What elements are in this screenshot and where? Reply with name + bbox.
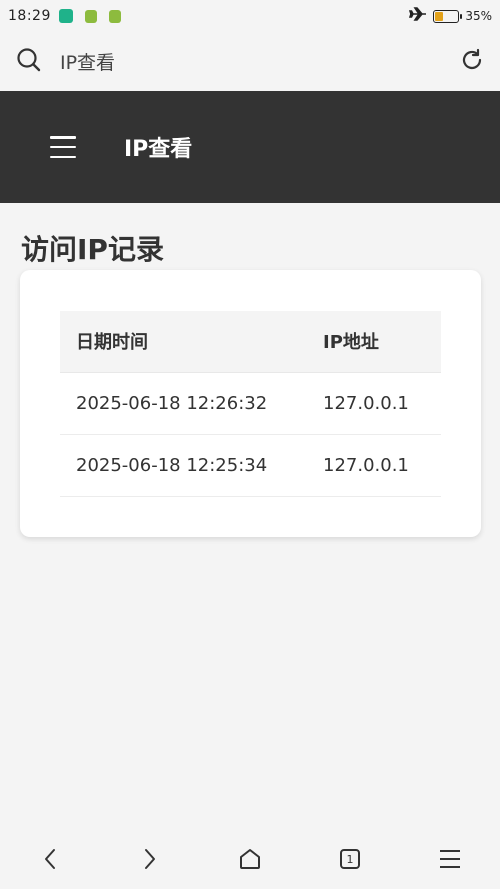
cell-ip: 127.0.0.1	[323, 372, 441, 435]
cell-datetime: 2025-06-18 12:25:34	[60, 434, 323, 497]
app-title: IP查看	[124, 137, 193, 162]
status-right: 35%	[409, 7, 492, 25]
app-header: IP查看	[0, 91, 500, 203]
menu-icon[interactable]	[425, 839, 475, 879]
shield-app-icon	[58, 9, 73, 23]
table-row: 2025-06-18 12:25:34 127.0.0.1	[60, 434, 441, 497]
header-datetime: 日期时间	[60, 311, 323, 373]
status-time: 18:29	[8, 8, 51, 24]
home-icon[interactable]	[225, 839, 275, 879]
battery-icon	[433, 9, 463, 23]
tab-count[interactable]: 1	[340, 849, 360, 869]
table-header-row: 日期时间 IP地址	[60, 311, 441, 373]
tabs-icon[interactable]: 1	[325, 839, 375, 879]
airplane-icon	[409, 7, 427, 25]
url-text[interactable]: IP查看	[60, 48, 115, 75]
green-app-icon	[108, 9, 121, 23]
search-icon[interactable]	[16, 47, 42, 77]
bottom-nav: 1	[0, 829, 500, 889]
forward-icon[interactable]	[125, 839, 175, 879]
cell-datetime: 2025-06-18 12:26:32	[60, 372, 323, 435]
section-title: 访问IP记录	[21, 233, 164, 266]
records-card: 日期时间 IP地址 2025-06-18 12:26:32 127.0.0.1 …	[20, 270, 481, 537]
status-bar: 18:29 35%	[0, 0, 500, 32]
reload-icon[interactable]	[460, 48, 484, 76]
cell-ip: 127.0.0.1	[323, 434, 441, 497]
address-bar[interactable]: IP查看	[0, 32, 500, 91]
table-row: 2025-06-18 12:26:32 127.0.0.1	[60, 372, 441, 435]
green-app-icon	[84, 9, 97, 23]
battery-text: 35%	[465, 9, 492, 23]
ip-records-table: 日期时间 IP地址 2025-06-18 12:26:32 127.0.0.1 …	[60, 311, 441, 497]
header-ip: IP地址	[323, 311, 441, 373]
back-icon[interactable]	[25, 839, 75, 879]
menu-icon[interactable]	[50, 136, 76, 158]
